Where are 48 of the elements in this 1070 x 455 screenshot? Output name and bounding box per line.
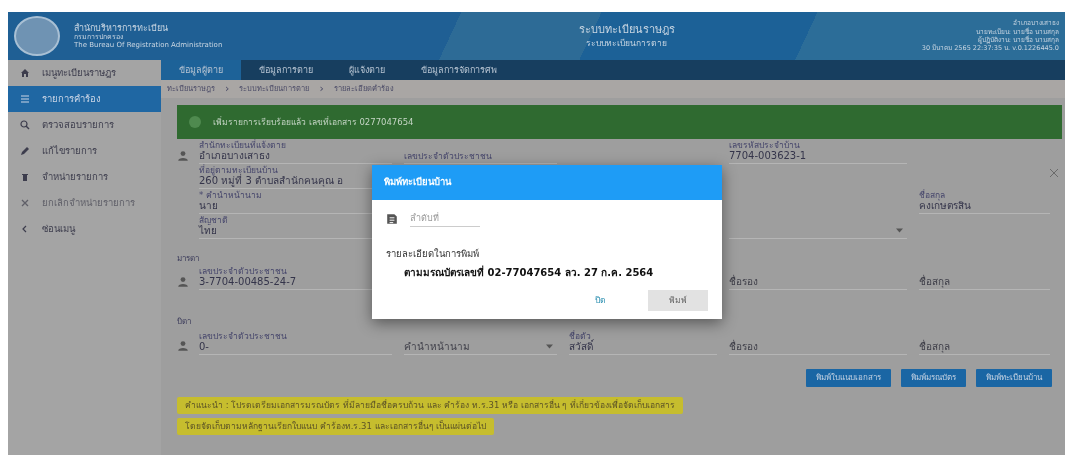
home-icon [20,68,30,78]
text-field[interactable]: เลขรหัสประจำบ้าน 7704-003623-1 [729,140,907,164]
close-icon [20,198,30,208]
tab[interactable]: ข้อมูลผู้ตาย [161,60,241,80]
tab[interactable]: ข้อมูลการตาย [241,60,331,80]
print-button[interactable]: พิมพ์มรณบัตร [901,369,966,387]
pencil-icon [20,146,30,156]
breadcrumb-separator: › [225,80,230,97]
section-title: บิดา [177,316,191,328]
select-field[interactable]: คำนำหน้านาม [404,341,557,355]
emblem-logo [14,16,60,56]
text-field[interactable]: เลขประจำตัวประชาชน 0- [199,331,392,355]
document-icon [386,213,398,226]
system-subtitle: ระบบทะเบียนการตาย [585,37,668,50]
advice-note: คำแนะนำ : โปรดเตรียมเอกสารมรณบัตร ที่มีลายมือชื่อครบถ้วน และ คำร้อง ท.ร.31 หรือ เอกสารอื่น ๆ ที่เกี่ยวข้องเพื่อจัดเก็บเอกสาร [177,397,684,414]
trash-icon [20,172,30,182]
text-field[interactable]: ชื่อสกุล [919,341,1050,355]
advice-note: โดยจัดเก็บตามหลักฐานเรียกใบแนบ คำร้องท.ร.31 และเอกสารอื่นๆ เป็นแผ่นต่อไป [177,417,495,435]
sidebar-item[interactable]: ตรวจสอบรายการ [8,112,161,138]
close-icon [1049,168,1059,178]
print-button[interactable]: พิมพ์ทะเบียนบ้าน [976,369,1052,387]
menu-icon [20,94,30,104]
text-field[interactable]: ชื่อสกุล [919,276,1050,290]
detail-text: ตามมรณบัตรเลขที่ 02-77047654 ลว. 27 ก.ค. 2564 [404,264,655,280]
breadcrumb-separator: › [319,80,324,97]
text-field[interactable]: ชื่อรอง [729,341,907,355]
text-field[interactable]: ชื่อสกุล คงเกษตรสิน [919,190,1050,214]
detail-label: รายละเอียดในการพิมพ์ [386,246,480,261]
tab[interactable]: ผู้แจ้งตาย [331,60,403,80]
close-button[interactable]: ปิด [583,289,618,311]
sidebar-item[interactable]: รายการคำร้อง [8,86,161,112]
sidebar-item[interactable]: ซ่อนเมนู [8,216,161,242]
dialog-title: พิมพ์ทะเบียนบ้าน [372,165,722,200]
tab[interactable]: ข้อมูลการจัดการศพ [403,60,515,80]
sidebar-item[interactable]: เมนูทะเบียนราษฎร [8,60,161,86]
sequence-input[interactable]: ลำดับที่ [410,212,480,227]
system-title: ระบบทะเบียนราษฎร [577,22,676,38]
text-field[interactable]: สำนักทะเบียนที่แจ้งตาย อำเภอบางเสาธง [199,140,392,164]
text-field[interactable]: เลขประจำตัวประชาชน [404,151,557,164]
text-field[interactable]: ชื่อตัว สวัสดิ์ [569,331,717,355]
sidebar-item[interactable]: แก้ไขรายการ [8,138,161,164]
text-field[interactable]: ชื่อรอง [729,276,907,290]
search-icon [20,120,30,130]
print-button[interactable]: พิมพ์ใบแนบเอกสาร [806,369,891,387]
org-name: สำนักบริหารการทะเบียน [74,22,169,34]
alert-text: เพิ่มรายการเรียบร้อยแล้ว เลขที่เอกสาร 0277047654 [213,115,414,129]
sidebar-item[interactable]: จำหน่ายรายการ [8,164,161,190]
section-title: มารดา [177,253,199,265]
